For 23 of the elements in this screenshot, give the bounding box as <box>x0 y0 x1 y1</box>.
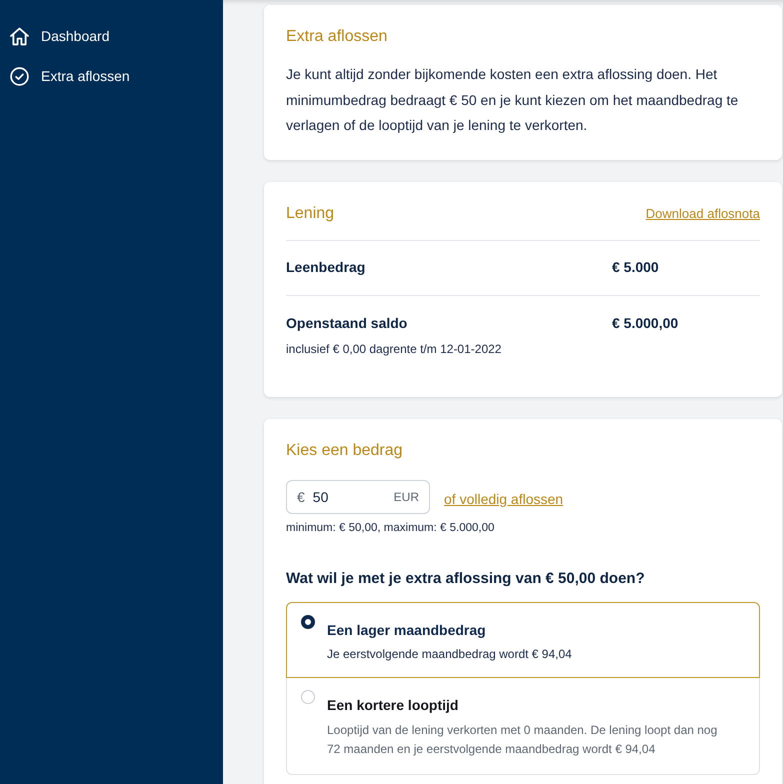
nav-item[interactable]: Extra aflossen <box>0 56 130 96</box>
home-icon <box>10 26 29 46</box>
card-title: Extra aflossen <box>286 27 388 47</box>
row-label: Openstaand saldo <box>286 314 408 332</box>
amount-hint: minimum: € 50,00, maximum: € 5.000,00 <box>286 520 496 536</box>
check-circle-icon <box>10 66 29 86</box>
option-description: Looptijd van de lening verkorten met 0 maanden. De lening loopt dan nog 72 maanden en je eerstvolgende maandbedrag wordt € 94,04 <box>327 722 718 758</box>
option-title: Een kortere looptijd <box>327 696 460 714</box>
radio-button[interactable] <box>301 614 315 628</box>
repayment-option[interactable]: Een lager maandbedrag Je eerstvolgende maandbedrag wordt € 94,04 <box>286 602 760 678</box>
question-text: Wat wil je met je extra aflossing van € 50,00 doen? <box>286 568 646 588</box>
amount-field[interactable]: € 50 EUR <box>286 480 430 514</box>
option-description: Je eerstvolgende maandbedrag wordt € 94,04 <box>327 646 573 662</box>
row-value: € 5.000,00 <box>612 314 680 332</box>
option-title: Een lager maandbedrag <box>327 620 487 638</box>
intro-text: Je kunt altijd zonder bijkomende kosten een extra aflossing doen. Het minimumbedrag bedraagt € 50 en je kunt kiezen om het maandbedrag te verlagen of de looptijd van je lening te verkorten. <box>286 65 740 135</box>
row-label: Leenbedrag <box>286 258 366 276</box>
nav-item[interactable]: Dashboard <box>0 16 110 56</box>
repayment-option[interactable]: Een kortere looptijd Looptijd van de lening verkorten met 0 maanden. De lening loopt dan nog 72 maanden en je eerstvolgende maandbedrag wordt € 94,04 <box>286 676 760 774</box>
row-value: € 5.000 <box>612 258 660 276</box>
row-note: inclusief € 0,00 dagrente t/m 12-01-2022 <box>286 340 502 356</box>
card-title: Lening <box>286 204 334 224</box>
card-title: Kies een bedrag <box>286 440 404 460</box>
